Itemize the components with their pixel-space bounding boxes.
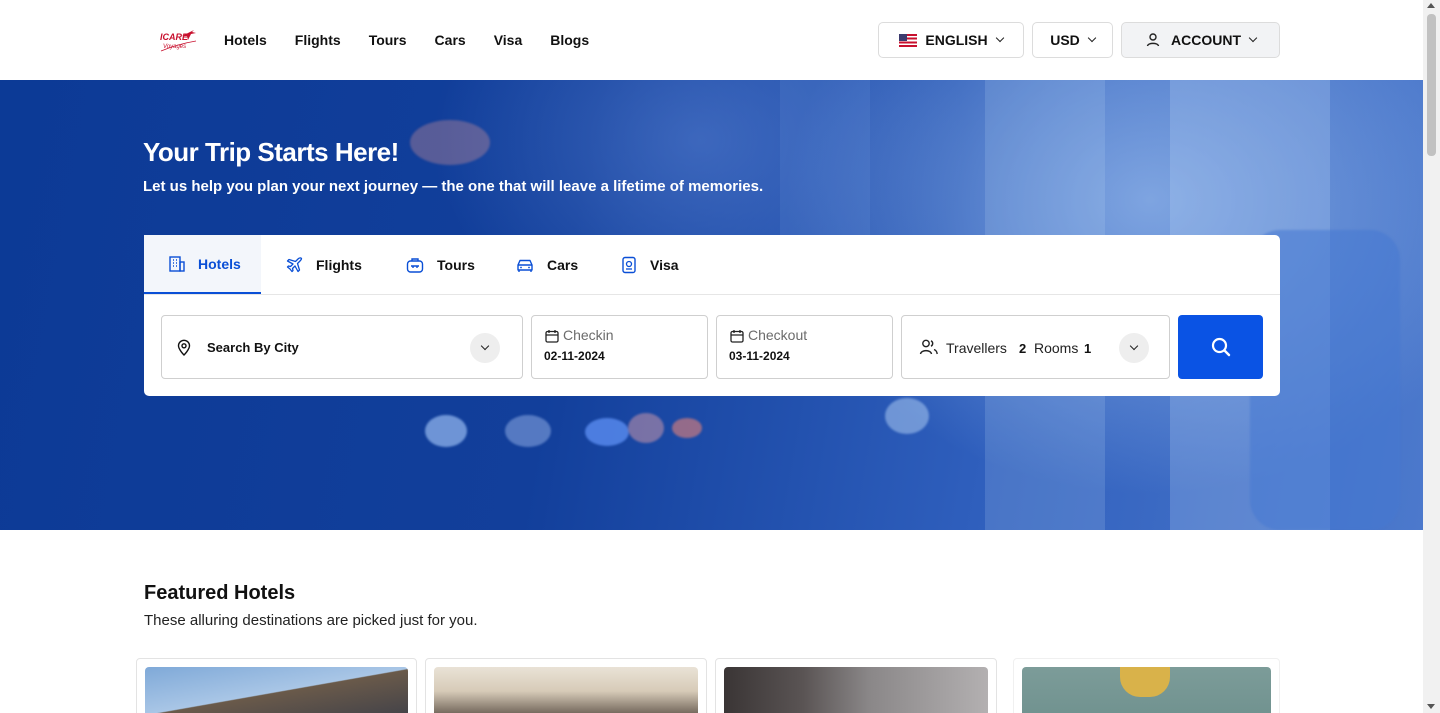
tab-cars[interactable]: Cars — [515, 235, 578, 294]
logo-text: ICARE — [160, 32, 189, 42]
users-icon — [919, 339, 938, 355]
checkout-label: Checkout — [748, 327, 808, 343]
travellers-field[interactable]: Travellers 2 Rooms 1 — [901, 315, 1170, 379]
featured-title: Featured Hotels — [144, 582, 296, 604]
bag-icon — [406, 257, 424, 273]
tab-hotels-label: Hotels — [198, 255, 241, 272]
user-icon — [1146, 33, 1160, 47]
hero-banner: Your Trip Starts Here! Let us help you p… — [0, 80, 1423, 530]
nav-visa[interactable]: Visa — [494, 31, 523, 49]
search-card: Hotels Flights Tours Cars Visa Search By… — [144, 235, 1280, 396]
nav-tours[interactable]: Tours — [369, 31, 407, 49]
scroll-down-icon[interactable] — [1427, 704, 1435, 709]
hotel-card[interactable] — [715, 658, 997, 713]
travellers-count: 2 — [1019, 341, 1027, 356]
tab-cars-label: Cars — [547, 256, 579, 273]
scroll-thumb[interactable] — [1427, 14, 1436, 156]
tab-flights-label: Flights — [316, 256, 362, 273]
travellers-dropdown-toggle[interactable] — [1119, 333, 1149, 363]
search-icon — [1211, 337, 1230, 357]
rooms-count: 1 — [1084, 341, 1092, 356]
scroll-up-icon[interactable] — [1427, 3, 1435, 8]
nav-hotels[interactable]: Hotels — [224, 31, 267, 49]
city-dropdown-toggle[interactable] — [470, 333, 500, 363]
chevron-down-icon — [1129, 341, 1139, 351]
hotel-image — [434, 667, 698, 713]
tab-hotels[interactable]: Hotels — [144, 235, 261, 294]
checkin-field[interactable]: Checkin 02-11-2024 — [531, 315, 708, 379]
top-header: ICARE Voyages Hotels Flights Tours Cars … — [0, 0, 1423, 80]
chevron-down-icon — [480, 341, 490, 351]
checkin-value: 02-11-2024 — [544, 349, 605, 363]
tab-tours[interactable]: Tours — [405, 235, 475, 294]
tab-tours-label: Tours — [437, 256, 475, 273]
travellers-label: Travellers — [946, 340, 1007, 356]
us-flag-icon — [899, 33, 918, 47]
hero-title: Your Trip Starts Here! — [143, 137, 399, 167]
city-search-field[interactable]: Search By City — [161, 315, 523, 379]
nav-blogs[interactable]: Blogs — [550, 31, 589, 49]
hotel-card[interactable] — [1013, 658, 1280, 713]
language-label: ENGLISH — [925, 32, 988, 48]
hotel-icon — [169, 255, 185, 272]
nav-cars[interactable]: Cars — [435, 31, 466, 49]
hotel-image — [145, 667, 408, 713]
hotel-image — [1022, 667, 1271, 713]
calendar-icon — [730, 330, 744, 343]
plane-icon — [286, 256, 303, 272]
currency-label: USD — [1050, 32, 1080, 48]
chevron-down-icon — [1248, 33, 1258, 43]
account-dropdown[interactable]: ACCOUNT — [1121, 22, 1280, 58]
checkout-value: 03-11-2024 — [729, 349, 790, 363]
hotel-image — [724, 667, 988, 713]
chevron-down-icon — [995, 33, 1004, 43]
hotel-card[interactable] — [425, 658, 707, 713]
featured-subtitle: These alluring destinations are picked j… — [144, 612, 478, 629]
car-icon — [517, 259, 533, 272]
language-dropdown[interactable]: ENGLISH — [878, 22, 1024, 58]
checkout-field[interactable]: Checkout 03-11-2024 — [716, 315, 893, 379]
site-logo[interactable]: ICARE Voyages — [158, 26, 198, 54]
hotel-card[interactable] — [136, 658, 417, 713]
rooms-label: Rooms — [1034, 340, 1079, 356]
page-scrollbar[interactable] — [1423, 0, 1440, 713]
tab-visa-label: Visa — [650, 256, 679, 273]
tab-visa[interactable]: Visa — [620, 235, 679, 294]
nav-flights[interactable]: Flights — [295, 31, 341, 49]
passport-icon — [622, 256, 636, 273]
chevron-down-icon — [1087, 33, 1097, 43]
search-tabs: Hotels Flights Tours Cars Visa — [144, 235, 1280, 295]
location-pin-icon — [177, 339, 191, 356]
checkin-label: Checkin — [563, 327, 614, 343]
hero-subtitle: Let us help you plan your next journey —… — [143, 178, 764, 195]
calendar-icon — [545, 330, 559, 343]
currency-dropdown[interactable]: USD — [1032, 22, 1113, 58]
account-label: ACCOUNT — [1171, 32, 1241, 48]
main-nav: Hotels Flights Tours Cars Visa Blogs — [224, 31, 617, 49]
search-button[interactable] — [1178, 315, 1263, 379]
tab-flights[interactable]: Flights — [286, 235, 362, 294]
city-search-input[interactable]: Search By City — [207, 340, 299, 355]
